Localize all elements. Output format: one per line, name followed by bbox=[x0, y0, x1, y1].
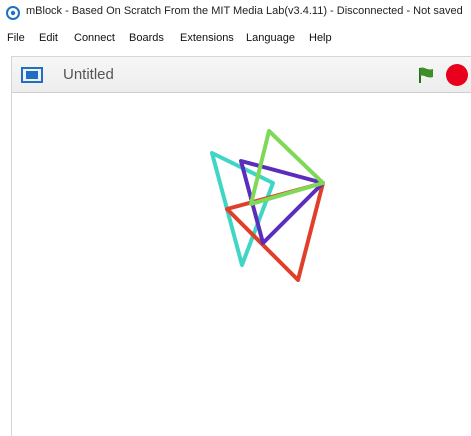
stop-icon[interactable] bbox=[446, 64, 468, 86]
stage[interactable] bbox=[11, 93, 471, 436]
green-flag-icon[interactable] bbox=[417, 66, 435, 84]
project-title[interactable]: Untitled bbox=[63, 66, 114, 83]
mblock-window: mBlock - Based On Scratch From the MIT M… bbox=[0, 0, 471, 436]
menu-extensions[interactable]: Extensions bbox=[180, 32, 234, 44]
menu-connect[interactable]: Connect bbox=[74, 32, 115, 44]
menu-file[interactable]: File bbox=[7, 32, 25, 44]
menu-edit[interactable]: Edit bbox=[39, 32, 58, 44]
window-title: mBlock - Based On Scratch From the MIT M… bbox=[26, 5, 463, 17]
stage-size-toggle-icon[interactable] bbox=[21, 67, 43, 83]
title-bar: mBlock - Based On Scratch From the MIT M… bbox=[0, 0, 471, 26]
menu-help[interactable]: Help bbox=[309, 32, 332, 44]
menu-language[interactable]: Language bbox=[246, 32, 295, 44]
stage-drawing bbox=[210, 129, 325, 282]
mblock-app-icon bbox=[6, 6, 20, 20]
menu-boards[interactable]: Boards bbox=[129, 32, 164, 44]
stage-header: Untitled bbox=[11, 56, 471, 93]
menu-bar: File Edit Connect Boards Extensions Lang… bbox=[0, 28, 471, 48]
